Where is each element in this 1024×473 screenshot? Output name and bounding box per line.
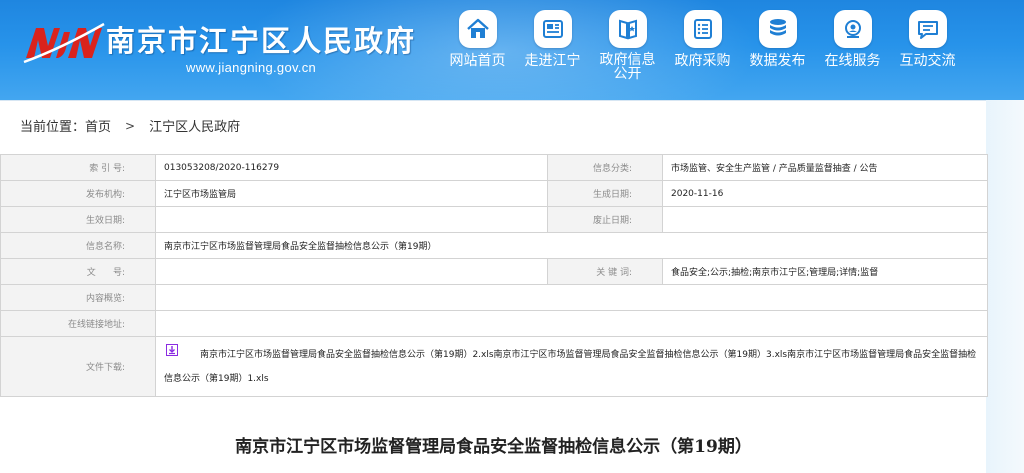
home-icon xyxy=(458,10,497,48)
info-row: 信息名称: 南京市江宁区市场监督管理局食品安全监督抽检信息公示（第19期） xyxy=(0,232,988,259)
nav-item-online-service[interactable]: 在线服务 xyxy=(815,10,890,92)
download-files-link[interactable]: 南京市江宁区市场监督管理局食品安全监督抽检信息公示（第19期）2.xls南京市江… xyxy=(164,343,979,391)
index-value: 013053208/2020-116279 xyxy=(155,154,548,181)
nav-label: 在线服务 xyxy=(824,53,881,69)
breadcrumb: 当前位置： 首页 > 江宁区人民政府 xyxy=(20,116,240,136)
chat-icon xyxy=(908,10,947,48)
book-icon xyxy=(608,10,647,48)
overview-value xyxy=(155,284,988,311)
publisher-label: 发布机构: xyxy=(0,180,156,207)
main-nav: 网站首页 走进江宁 政府信息 公开 政府采购 数据发布 在线服务 互动交流 xyxy=(440,10,965,92)
nav-item-home[interactable]: 网站首页 xyxy=(440,10,515,92)
site-title: 南京市江宁区人民政府 xyxy=(106,24,417,58)
nav-item-about[interactable]: 走进江宁 xyxy=(515,10,590,92)
nav-item-gov-info[interactable]: 政府信息 公开 xyxy=(590,10,665,92)
side-strip xyxy=(986,100,1024,473)
created-value: 2020-11-16 xyxy=(662,180,988,207)
keywords-value: 食品安全;公示;抽检;南京市江宁区;管理局;详情;监督 xyxy=(662,258,988,285)
nav-label: 政府信息 公开 xyxy=(590,53,665,81)
category-value: 市场监管、安全生产监管 / 产品质量监督抽查 / 公告 xyxy=(662,154,988,181)
repeal-label: 废止日期: xyxy=(547,206,663,233)
site-url: www.jiangning.gov.cn xyxy=(186,60,317,75)
info-row: 索 引 号: 013053208/2020-116279 信息分类: 市场监管、… xyxy=(0,154,988,181)
info-row: 文件下载: 南京市江宁区市场监督管理局食品安全监督抽检信息公示（第19期）2.x… xyxy=(0,336,988,397)
breadcrumb-bar: 当前位置： 首页 > 江宁区人民政府 xyxy=(0,100,986,148)
repeal-value xyxy=(662,206,988,233)
nav-label: 互动交流 xyxy=(899,53,956,69)
info-row: 发布机构: 江宁区市场监管局 生成日期: 2020-11-16 xyxy=(0,180,988,207)
nav-label: 数据发布 xyxy=(749,53,806,69)
list-icon xyxy=(683,10,722,48)
nav-label-line2: 公开 xyxy=(613,66,642,82)
article-title: 南京市江宁区市场监督管理局食品安全监督抽检信息公示（第19期） xyxy=(235,437,752,457)
njn-logo-icon xyxy=(23,22,105,64)
nav-item-procurement[interactable]: 政府采购 xyxy=(665,10,740,92)
name-label: 信息名称: xyxy=(0,232,156,259)
effective-label: 生效日期: xyxy=(0,206,156,233)
nav-label: 政府采购 xyxy=(674,53,731,69)
breadcrumb-current-link[interactable]: 江宁区人民政府 xyxy=(149,116,240,135)
info-row: 内容概览: xyxy=(0,284,988,311)
download-label: 文件下载: xyxy=(0,336,156,397)
nav-item-interaction[interactable]: 互动交流 xyxy=(890,10,965,92)
download-cell: 南京市江宁区市场监督管理局食品安全监督抽检信息公示（第19期）2.xls南京市江… xyxy=(155,336,988,397)
breadcrumb-prefix: 当前位置： xyxy=(20,120,86,135)
effective-value xyxy=(155,206,548,233)
nav-label: 走进江宁 xyxy=(524,53,581,69)
keywords-label: 关 键 词: xyxy=(547,258,663,285)
info-table: 索 引 号: 013053208/2020-116279 信息分类: 市场监管、… xyxy=(0,154,988,397)
breadcrumb-home-link[interactable]: 首页 xyxy=(85,116,111,135)
breadcrumb-separator: > xyxy=(125,118,136,133)
info-row: 生效日期: 废止日期: xyxy=(0,206,988,233)
online-link-label: 在线链接地址: xyxy=(0,310,156,337)
online-link-value xyxy=(155,310,988,337)
nav-item-data[interactable]: 数据发布 xyxy=(740,10,815,92)
name-value: 南京市江宁区市场监督管理局食品安全监督抽检信息公示（第19期） xyxy=(155,232,988,259)
site-logo[interactable] xyxy=(22,18,106,66)
doc-number-value xyxy=(155,258,548,285)
newspaper-icon xyxy=(533,10,572,48)
overview-label: 内容概览: xyxy=(0,284,156,311)
created-label: 生成日期: xyxy=(547,180,663,207)
service-icon xyxy=(833,10,872,48)
nav-label: 网站首页 xyxy=(449,53,506,69)
database-icon xyxy=(758,10,797,48)
download-icon[interactable] xyxy=(166,344,178,356)
category-label: 信息分类: xyxy=(547,154,663,181)
info-row: 文 号: 关 键 词: 食品安全;公示;抽检;南京市江宁区;管理局;详情;监督 xyxy=(0,258,988,285)
doc-number-label: 文 号: xyxy=(0,258,156,285)
site-header: 南京市江宁区人民政府 www.jiangning.gov.cn 网站首页 走进江… xyxy=(0,0,1024,100)
publisher-value: 江宁区市场监管局 xyxy=(155,180,548,207)
index-label: 索 引 号: xyxy=(0,154,156,181)
info-row: 在线链接地址: xyxy=(0,310,988,337)
